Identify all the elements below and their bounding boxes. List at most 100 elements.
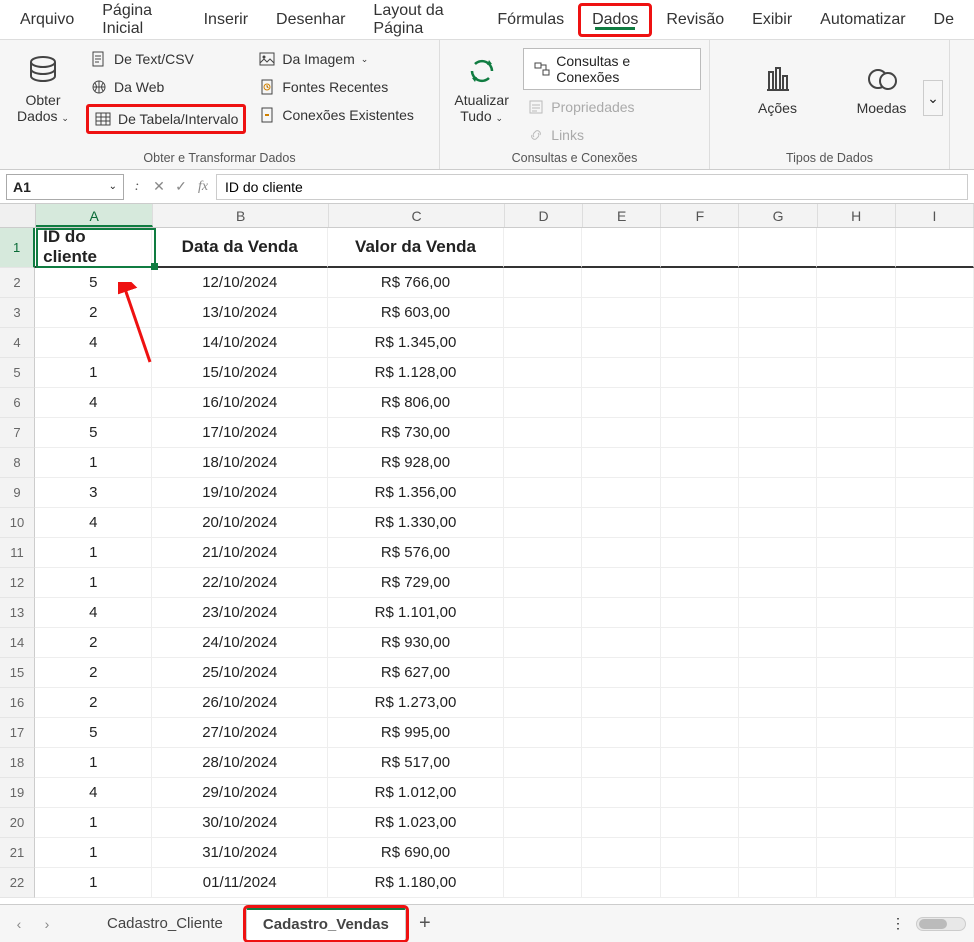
cell[interactable]	[582, 358, 660, 388]
cell[interactable]	[739, 508, 817, 538]
cell[interactable]	[739, 808, 817, 838]
row-header[interactable]: 22	[0, 868, 35, 898]
cell[interactable]	[896, 268, 974, 298]
row-header[interactable]: 8	[0, 448, 35, 478]
cell[interactable]	[582, 448, 660, 478]
row-header[interactable]: 15	[0, 658, 35, 688]
cell[interactable]	[582, 838, 660, 868]
cell[interactable]	[661, 508, 739, 538]
cell[interactable]: 1	[35, 808, 152, 838]
cell[interactable]: 1	[35, 568, 152, 598]
cell[interactable]	[896, 748, 974, 778]
cell[interactable]: R$ 1.023,00	[328, 808, 504, 838]
menu-formulas[interactable]: Fórmulas	[483, 3, 578, 37]
cell[interactable]	[739, 388, 817, 418]
acoes-button[interactable]: Ações	[738, 44, 818, 134]
fontes-recentes-button[interactable]: Fontes Recentes	[254, 76, 418, 98]
cell[interactable]: R$ 1.273,00	[328, 688, 504, 718]
sheet-nav-next[interactable]: ›	[36, 913, 58, 935]
cell[interactable]	[582, 418, 660, 448]
cell[interactable]: R$ 690,00	[328, 838, 504, 868]
cell[interactable]	[739, 358, 817, 388]
cell[interactable]	[896, 868, 974, 898]
cell[interactable]: 1	[35, 868, 152, 898]
menu-desenhar[interactable]: Desenhar	[262, 3, 359, 37]
cell[interactable]	[739, 448, 817, 478]
cell[interactable]: R$ 766,00	[328, 268, 504, 298]
row-header[interactable]: 13	[0, 598, 35, 628]
cell[interactable]	[739, 328, 817, 358]
cell[interactable]: 3	[35, 478, 152, 508]
cell[interactable]: 2	[35, 688, 152, 718]
cell[interactable]	[582, 478, 660, 508]
cell[interactable]	[504, 568, 582, 598]
cell[interactable]: 22/10/2024	[152, 568, 328, 598]
cell[interactable]	[817, 778, 895, 808]
cell[interactable]	[896, 568, 974, 598]
formula-input[interactable]	[216, 174, 968, 200]
cell[interactable]: 26/10/2024	[152, 688, 328, 718]
menu-overflow[interactable]: De	[920, 3, 968, 37]
cell[interactable]	[661, 628, 739, 658]
cell[interactable]	[504, 538, 582, 568]
cell[interactable]	[504, 358, 582, 388]
row-header[interactable]: 11	[0, 538, 35, 568]
cell[interactable]: 21/10/2024	[152, 538, 328, 568]
cell[interactable]: 20/10/2024	[152, 508, 328, 538]
row-header[interactable]: 5	[0, 358, 35, 388]
row-header[interactable]: 12	[0, 568, 35, 598]
cell[interactable]	[661, 658, 739, 688]
cell[interactable]: 31/10/2024	[152, 838, 328, 868]
cancel-formula-button[interactable]: ✕	[150, 178, 168, 196]
cell[interactable]	[661, 298, 739, 328]
row-header[interactable]: 16	[0, 688, 35, 718]
cell[interactable]	[739, 418, 817, 448]
cell[interactable]: 30/10/2024	[152, 808, 328, 838]
cell[interactable]	[582, 388, 660, 418]
col-D-header[interactable]: D	[505, 204, 583, 227]
cell[interactable]	[582, 748, 660, 778]
cell[interactable]: R$ 1.180,00	[328, 868, 504, 898]
cell[interactable]: 29/10/2024	[152, 778, 328, 808]
cell[interactable]	[504, 718, 582, 748]
cell[interactable]	[582, 298, 660, 328]
da-imagem-button[interactable]: Da Imagem ⌄	[254, 48, 418, 70]
cell[interactable]	[817, 328, 895, 358]
cell[interactable]	[661, 838, 739, 868]
cell[interactable]	[504, 628, 582, 658]
cell[interactable]	[582, 658, 660, 688]
cell[interactable]	[504, 808, 582, 838]
cell[interactable]: 16/10/2024	[152, 388, 328, 418]
cell[interactable]	[739, 658, 817, 688]
cell[interactable]	[817, 268, 895, 298]
cell[interactable]	[661, 388, 739, 418]
row-header[interactable]: 19	[0, 778, 35, 808]
cell[interactable]	[817, 628, 895, 658]
sheet-tab-cadastro-vendas[interactable]: Cadastro_Vendas	[246, 908, 406, 940]
propriedades-button[interactable]: Propriedades	[523, 96, 701, 118]
group-expand-button[interactable]: ⌄	[923, 80, 943, 116]
cell[interactable]: R$ 576,00	[328, 538, 504, 568]
cell[interactable]: R$ 730,00	[328, 418, 504, 448]
cell[interactable]	[817, 538, 895, 568]
cell[interactable]	[817, 298, 895, 328]
cell[interactable]: 5	[35, 268, 152, 298]
cell[interactable]: 24/10/2024	[152, 628, 328, 658]
col-C-header[interactable]: C	[329, 204, 505, 227]
de-textcsv-button[interactable]: De Text/CSV	[86, 48, 246, 70]
cell[interactable]	[739, 228, 817, 268]
cell[interactable]	[896, 478, 974, 508]
cell[interactable]	[504, 268, 582, 298]
cell[interactable]	[661, 328, 739, 358]
de-tabela-intervalo-button[interactable]: De Tabela/Intervalo	[86, 104, 246, 134]
cell[interactable]: R$ 627,00	[328, 658, 504, 688]
cell[interactable]: 2	[35, 298, 152, 328]
cell[interactable]	[582, 598, 660, 628]
cell[interactable]	[739, 838, 817, 868]
cell[interactable]	[896, 388, 974, 418]
cell[interactable]: R$ 1.128,00	[328, 358, 504, 388]
cell[interactable]	[817, 418, 895, 448]
cell[interactable]	[739, 688, 817, 718]
cell[interactable]	[896, 778, 974, 808]
cell[interactable]	[739, 868, 817, 898]
